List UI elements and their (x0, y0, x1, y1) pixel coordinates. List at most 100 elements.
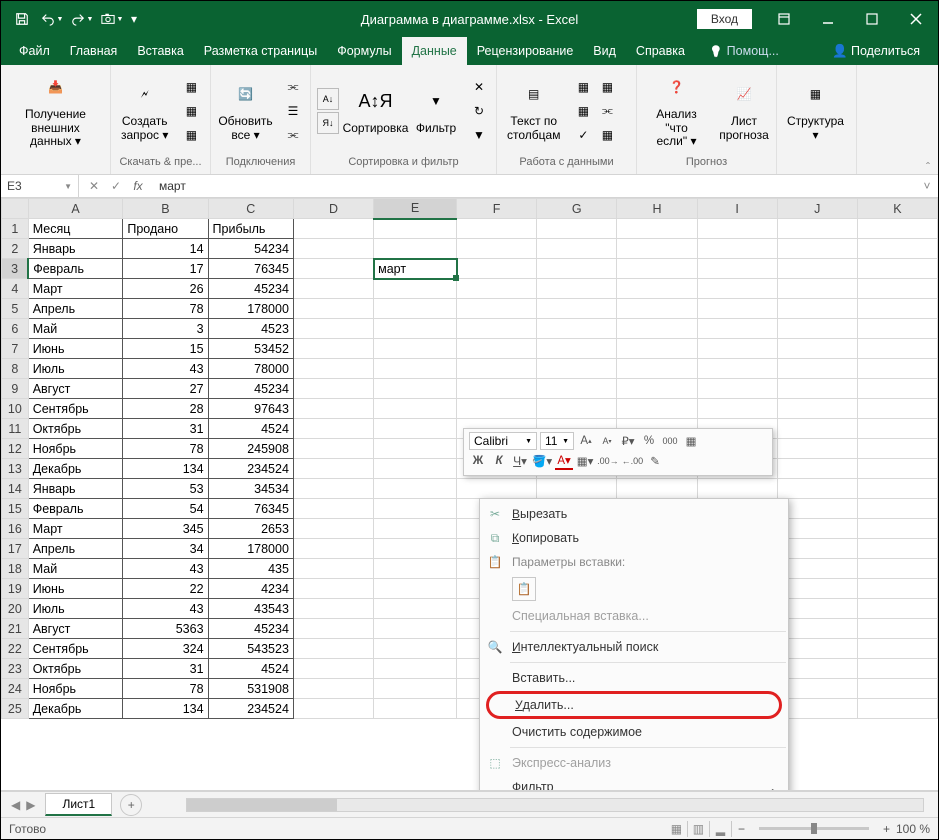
cell-A20[interactable]: Июль (28, 599, 123, 619)
cell-A24[interactable]: Ноябрь (28, 679, 123, 699)
cell-B20[interactable]: 43 (123, 599, 208, 619)
row-header[interactable]: 23 (2, 659, 29, 679)
cell-B18[interactable]: 43 (123, 559, 208, 579)
row-header[interactable]: 3 (2, 259, 29, 279)
cell-C1[interactable]: Прибыль (208, 219, 293, 239)
cell-G9[interactable] (537, 379, 617, 399)
cell-H8[interactable] (617, 359, 697, 379)
cell-C7[interactable]: 53452 (208, 339, 293, 359)
cell-G1[interactable] (537, 219, 617, 239)
row-header[interactable]: 9 (2, 379, 29, 399)
ctx-удалить[interactable]: Удалить... (486, 691, 782, 719)
cell-C24[interactable]: 531908 (208, 679, 293, 699)
cell-K22[interactable] (857, 639, 937, 659)
row-header[interactable]: 5 (2, 299, 29, 319)
cell-C11[interactable]: 4524 (208, 419, 293, 439)
fill-color-icon[interactable]: 🪣▾ (532, 452, 552, 470)
cell-F9[interactable] (457, 379, 537, 399)
cell-J17[interactable] (777, 539, 857, 559)
cell-E16[interactable] (374, 519, 457, 539)
cell-K8[interactable] (857, 359, 937, 379)
cell-D3[interactable] (293, 259, 373, 279)
remove-duplicates-icon[interactable]: ▦ (572, 100, 594, 122)
cell-B22[interactable]: 324 (123, 639, 208, 659)
from-table-icon[interactable]: ▦ (180, 100, 202, 122)
show-queries-icon[interactable]: ▦ (180, 76, 202, 98)
enter-formula-icon[interactable]: ✓ (105, 179, 127, 193)
cell-C19[interactable]: 4234 (208, 579, 293, 599)
cell-D16[interactable] (293, 519, 373, 539)
cell-I5[interactable] (697, 299, 777, 319)
cell-C21[interactable]: 45234 (208, 619, 293, 639)
cell-D14[interactable] (293, 479, 373, 499)
row-header[interactable]: 16 (2, 519, 29, 539)
undo-icon[interactable]: ▼ (37, 1, 67, 37)
cell-E19[interactable] (374, 579, 457, 599)
camera-icon[interactable]: ▼ (97, 1, 127, 37)
cell-D4[interactable] (293, 279, 373, 299)
underline-icon[interactable]: Ч▾ (511, 452, 529, 470)
view-page-break-icon[interactable]: ▂ (710, 821, 732, 837)
cancel-formula-icon[interactable]: ✕ (83, 179, 105, 193)
cell-K21[interactable] (857, 619, 937, 639)
cell-B25[interactable]: 134 (123, 699, 208, 719)
ribbon-tab-файл[interactable]: Файл (9, 37, 60, 65)
redo-icon[interactable]: ▼ (67, 1, 97, 37)
formula-input[interactable]: март (153, 179, 916, 193)
manage-data-icon[interactable]: ▦ (596, 124, 618, 146)
filter-button[interactable]: ▼Фильтр (412, 84, 460, 138)
cell-D19[interactable] (293, 579, 373, 599)
sheet-nav-prev-icon[interactable]: ◀ (11, 798, 20, 812)
cell-E12[interactable] (374, 439, 457, 459)
cell-C4[interactable]: 45234 (208, 279, 293, 299)
cell-K16[interactable] (857, 519, 937, 539)
ribbon-tab-формулы[interactable]: Формулы (327, 37, 401, 65)
cell-E7[interactable] (374, 339, 457, 359)
cell-A1[interactable]: Месяц (28, 219, 123, 239)
cell-B1[interactable]: Продано (123, 219, 208, 239)
cell-A4[interactable]: Март (28, 279, 123, 299)
collapse-ribbon-icon[interactable]: ˆ (918, 65, 938, 174)
get-external-data-button[interactable]: 📥Получение внешних данных ▾ (7, 70, 104, 151)
cell-J16[interactable] (777, 519, 857, 539)
cell-E1[interactable] (374, 219, 457, 239)
cell-G4[interactable] (537, 279, 617, 299)
cell-A18[interactable]: Май (28, 559, 123, 579)
ctx-вставить[interactable]: Вставить... (480, 666, 788, 690)
cell-C17[interactable]: 178000 (208, 539, 293, 559)
sort-az-icon[interactable]: A↓ (317, 88, 339, 110)
cell-E22[interactable] (374, 639, 457, 659)
minimize-icon[interactable] (806, 1, 850, 37)
customize-qat-icon[interactable]: ▾ (127, 1, 141, 37)
cell-D24[interactable] (293, 679, 373, 699)
cell-E15[interactable] (374, 499, 457, 519)
cell-C25[interactable]: 234524 (208, 699, 293, 719)
cell-D18[interactable] (293, 559, 373, 579)
row-header[interactable]: 21 (2, 619, 29, 639)
cell-D2[interactable] (293, 239, 373, 259)
select-all-cell[interactable] (2, 199, 29, 219)
cell-C15[interactable]: 76345 (208, 499, 293, 519)
column-header-J[interactable]: J (777, 199, 857, 219)
recent-sources-icon[interactable]: ▦ (180, 124, 202, 146)
column-header-K[interactable]: K (857, 199, 937, 219)
cell-A23[interactable]: Октябрь (28, 659, 123, 679)
cell-F1[interactable] (457, 219, 537, 239)
cell-H9[interactable] (617, 379, 697, 399)
cell-A17[interactable]: Апрель (28, 539, 123, 559)
cell-B17[interactable]: 34 (123, 539, 208, 559)
cell-D20[interactable] (293, 599, 373, 619)
cell-B7[interactable]: 15 (123, 339, 208, 359)
data-validation-icon[interactable]: ✓ (572, 124, 594, 146)
column-header-H[interactable]: H (617, 199, 697, 219)
cell-F14[interactable] (457, 479, 537, 499)
cell-H1[interactable] (617, 219, 697, 239)
column-header-F[interactable]: F (457, 199, 537, 219)
cell-H14[interactable] (617, 479, 697, 499)
decrease-font-icon[interactable]: A▾ (598, 432, 616, 450)
cell-A2[interactable]: Январь (28, 239, 123, 259)
ctx-фильтр[interactable]: Фильтр (480, 775, 788, 791)
close-icon[interactable] (894, 1, 938, 37)
row-header[interactable]: 24 (2, 679, 29, 699)
cell-K23[interactable] (857, 659, 937, 679)
